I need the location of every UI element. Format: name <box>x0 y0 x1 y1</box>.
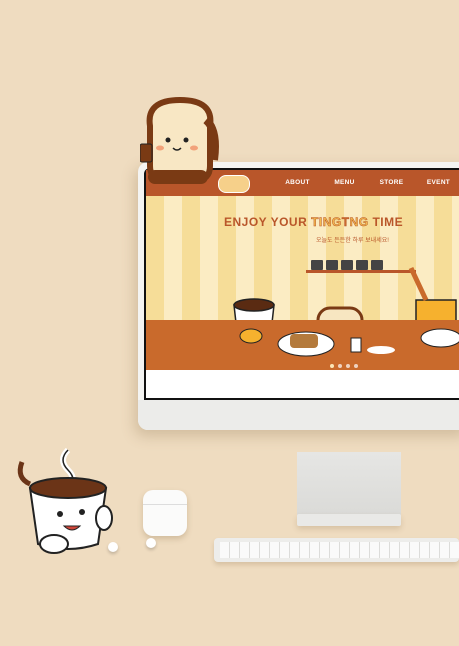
nav-event[interactable]: EVENT <box>415 170 459 196</box>
monitor-chin <box>138 400 459 430</box>
hero-headline: ENJOY YOUR TINGTNG TIME <box>224 215 404 230</box>
carousel-dot[interactable] <box>338 364 342 368</box>
jar <box>311 260 323 270</box>
monitor: ABOUT MENU STORE EVENT C ENJOY YOUR TING… <box>138 162 459 430</box>
carousel-dot[interactable] <box>354 364 358 368</box>
website-screen: ABOUT MENU STORE EVENT C ENJOY YOUR TING… <box>146 170 459 398</box>
butter-dish <box>239 328 263 344</box>
milk-carton <box>350 337 362 353</box>
bread-slice <box>290 334 318 348</box>
earbud <box>146 538 156 548</box>
keyboard-keys <box>220 542 459 558</box>
nav-links: ABOUT MENU STORE EVENT C <box>274 170 459 196</box>
cookie-plate <box>420 328 459 348</box>
milk-spill <box>367 346 395 354</box>
case-seam <box>143 504 187 505</box>
hero-subline: 오늘도 든든한 하루 보내세요! <box>316 238 389 244</box>
monitor-stand <box>297 452 401 522</box>
shelf <box>306 270 416 273</box>
jar <box>326 260 338 270</box>
nav-store[interactable]: STORE <box>368 170 415 196</box>
carousel-dots <box>330 364 358 368</box>
monitor-stand-base <box>297 514 401 526</box>
carousel-dot[interactable] <box>330 364 334 368</box>
nav-about[interactable]: ABOUT <box>274 170 321 196</box>
jar <box>356 260 368 270</box>
site-logo[interactable] <box>218 175 250 193</box>
carousel-dot[interactable] <box>346 364 350 368</box>
nav-menu[interactable]: MENU <box>321 170 368 196</box>
toast-mascot-icon <box>140 96 219 184</box>
airpods-icon <box>143 490 187 536</box>
screen-bezel: ABOUT MENU STORE EVENT C ENJOY YOUR TING… <box>144 168 459 400</box>
coffee-cup-mascot-icon <box>17 448 113 554</box>
desk-scene: ABOUT MENU STORE EVENT C ENJOY YOUR TING… <box>0 0 459 646</box>
earbud <box>108 542 118 552</box>
jar <box>341 260 353 270</box>
hero-illustration <box>146 260 459 370</box>
keyboard-icon <box>214 538 459 562</box>
jar <box>371 260 383 270</box>
